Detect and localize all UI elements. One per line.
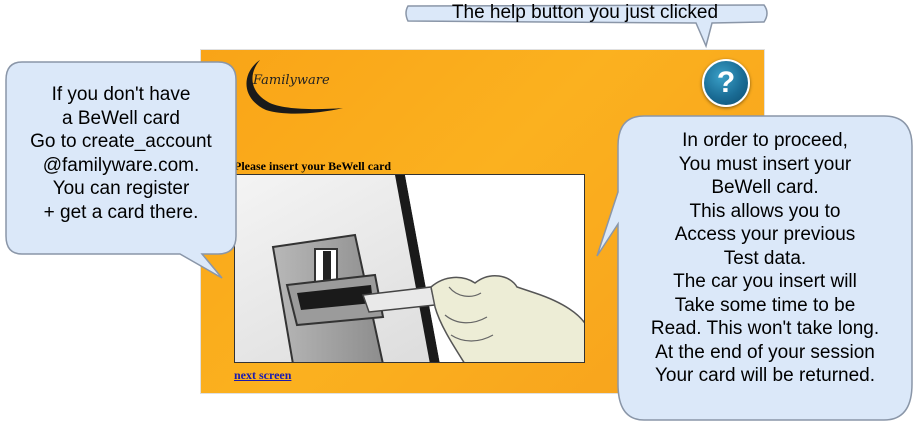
right-callout-line: BeWell card. bbox=[711, 177, 819, 198]
right-callout-line: Test data. bbox=[723, 247, 807, 269]
right-callout-line: Read. This won't take long. bbox=[650, 318, 880, 339]
right-callout-line: Access your previous bbox=[674, 224, 856, 245]
right-callout-line: This allows you to bbox=[689, 200, 841, 222]
left-callout-line: @familyware.com. bbox=[42, 154, 200, 176]
left-callout-line: You can register bbox=[52, 178, 190, 199]
right-callout-text: In order to proceed, You must insert you… bbox=[618, 129, 912, 388]
right-callout-line: At the end of your session bbox=[655, 341, 875, 363]
right-callout-line: The car you insert will bbox=[673, 271, 857, 292]
right-callout-line: Take some time to be bbox=[674, 294, 856, 316]
left-callout-line: Go to create_account bbox=[30, 131, 212, 152]
left-callout-line: + get a card there. bbox=[43, 201, 199, 223]
left-callout-line: a BeWell card bbox=[62, 107, 180, 129]
help-caption-text: The help button you just clicked bbox=[451, 2, 719, 23]
right-callout-line: Your card will be returned. bbox=[654, 365, 876, 386]
right-callout-line: You must insert your bbox=[678, 153, 852, 175]
left-callout-line: If you don't have bbox=[51, 84, 191, 105]
left-callout-text: If you don't have a BeWell card Go to cr… bbox=[8, 83, 234, 224]
right-callout-line: In order to proceed, bbox=[682, 130, 848, 151]
